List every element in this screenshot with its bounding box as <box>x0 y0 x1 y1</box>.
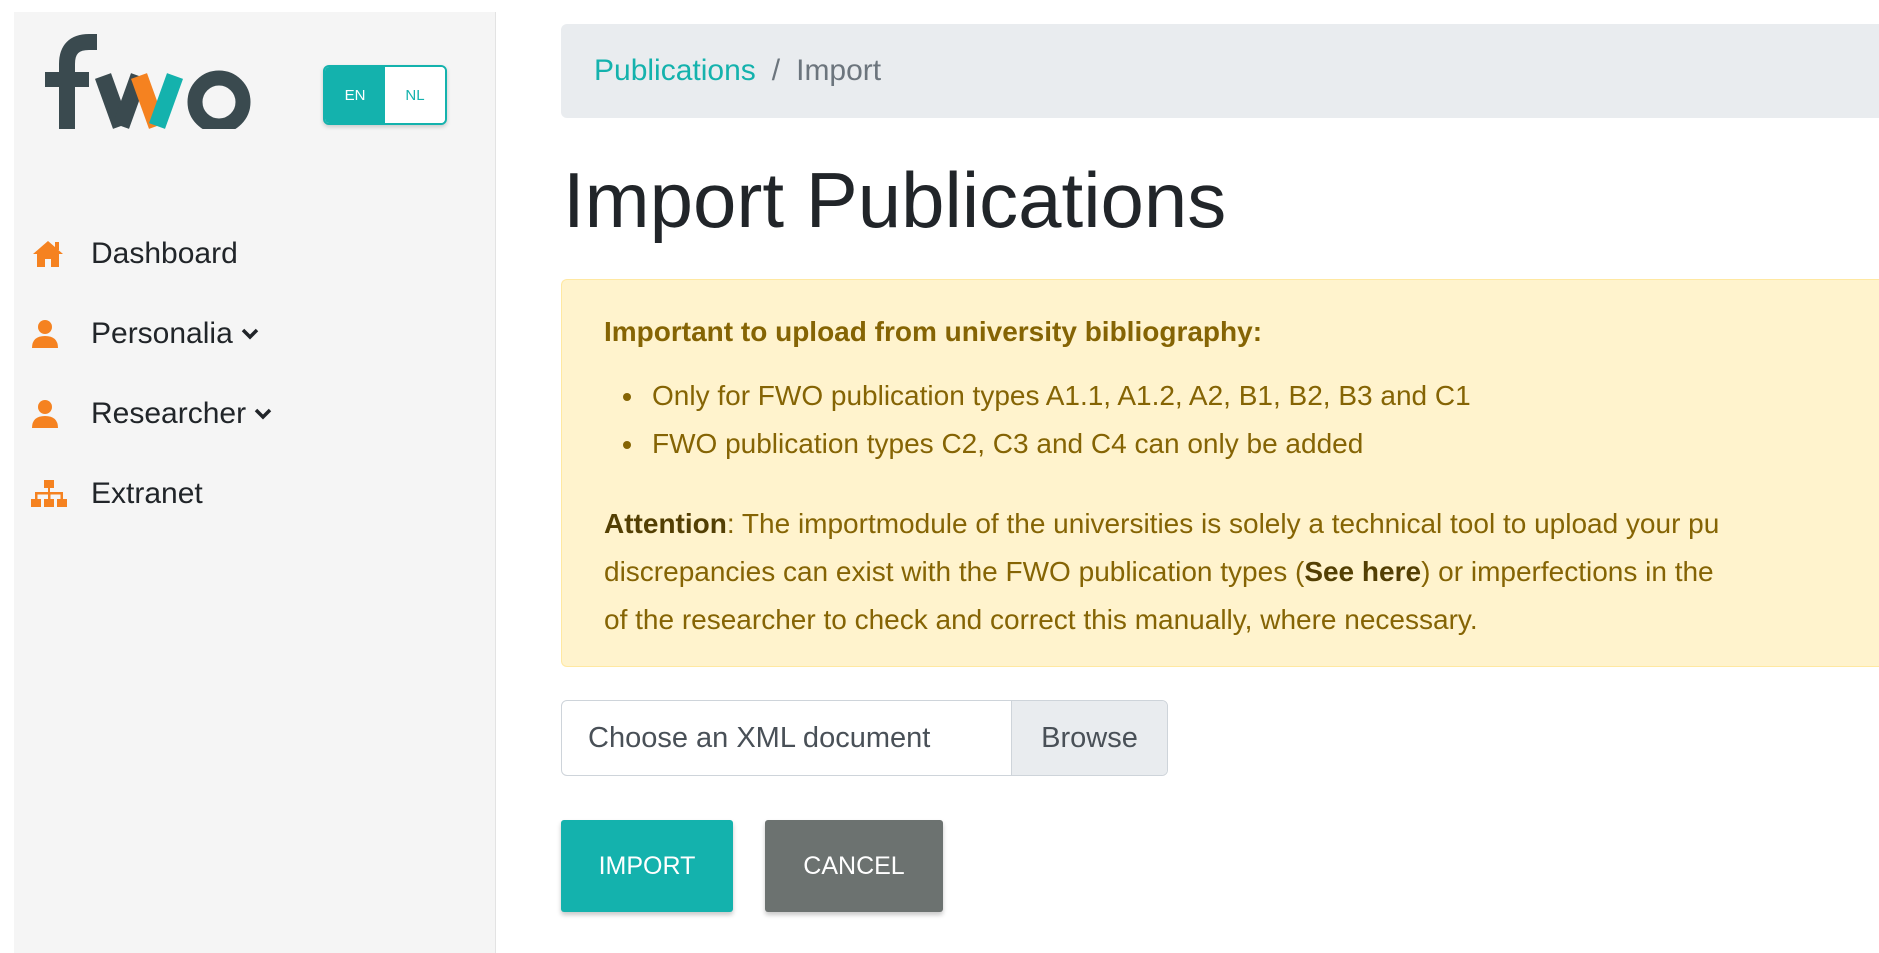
sidebar-item-label: Extranet <box>91 477 203 510</box>
user-icon <box>31 318 71 350</box>
xml-file-input[interactable]: Choose an XML document Browse <box>561 700 1168 776</box>
sidebar-item-label: Dashboard <box>91 237 238 270</box>
info-alert: Important to upload from university bibl… <box>561 279 1879 667</box>
chevron-down-icon <box>241 328 259 340</box>
alert-text: of the researcher to check and correct t… <box>604 604 1478 635</box>
sidebar-item-extranet[interactable]: Extranet <box>31 474 471 514</box>
sidebar-item-dashboard[interactable]: Dashboard <box>31 234 471 274</box>
alert-line: Attention: The importmodule of the unive… <box>604 500 1879 548</box>
breadcrumb-current: Import <box>796 54 882 87</box>
sidebar-nav: Dashboard Personalia Researcher Extranet <box>31 234 471 554</box>
sidebar-item-label: Personalia <box>91 317 233 350</box>
cancel-button[interactable]: CANCEL <box>765 820 943 912</box>
sitemap-icon <box>31 478 71 510</box>
browse-button[interactable]: Browse <box>1011 701 1167 775</box>
sidebar-item-personalia[interactable]: Personalia <box>31 314 471 354</box>
sidebar: EN NL Dashboard Personalia Researcher Ex… <box>14 12 496 953</box>
lang-en-button[interactable]: EN <box>325 67 385 123</box>
see-here-link[interactable]: See here <box>1304 556 1421 587</box>
language-toggle: EN NL <box>323 65 447 125</box>
lang-nl-button[interactable]: NL <box>385 67 445 123</box>
sidebar-item-researcher[interactable]: Researcher <box>31 394 471 434</box>
alert-line: discrepancies can exist with the FWO pub… <box>604 548 1879 596</box>
alert-heading: Important to upload from university bibl… <box>604 316 1263 347</box>
breadcrumb-separator: / <box>771 54 781 87</box>
alert-attention-text: Attention: The importmodule of the unive… <box>604 500 1879 644</box>
alert-text: ) or imperfections in the <box>1421 556 1714 587</box>
sidebar-item-label: Researcher <box>91 397 247 430</box>
file-input-placeholder: Choose an XML document <box>588 721 931 754</box>
attention-label: Attention <box>604 508 727 539</box>
alert-line: of the researcher to check and correct t… <box>604 596 1879 644</box>
list-item: FWO publication types C2, C3 and C4 can … <box>646 420 1471 468</box>
chevron-down-icon <box>254 408 272 420</box>
alert-bullet-list: Only for FWO publication types A1.1, A1.… <box>604 372 1471 468</box>
fwo-logo[interactable] <box>31 34 271 134</box>
home-icon <box>31 238 71 270</box>
alert-text: discrepancies can exist with the FWO pub… <box>604 556 1305 587</box>
alert-text: : The importmodule of the universities i… <box>726 508 1720 539</box>
list-item: Only for FWO publication types A1.1, A1.… <box>646 372 1471 420</box>
page-title: Import Publications <box>563 156 1227 244</box>
fwo-logo-icon <box>45 34 251 134</box>
breadcrumb-publications-link[interactable]: Publications <box>594 54 756 88</box>
breadcrumb: Publications / Import <box>561 24 1879 118</box>
import-button[interactable]: IMPORT <box>561 820 733 912</box>
user-icon <box>31 398 71 430</box>
